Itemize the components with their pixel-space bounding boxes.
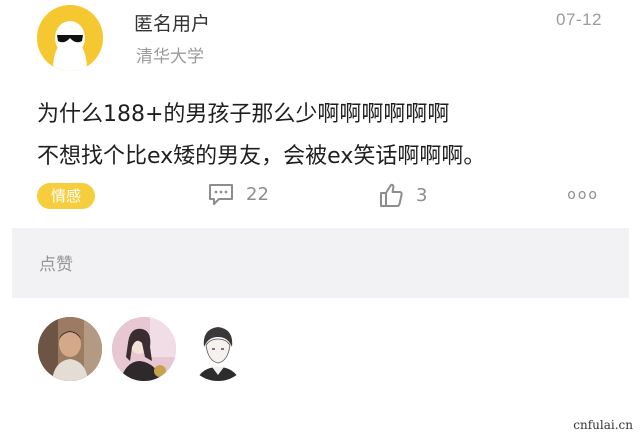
likers-list — [12, 298, 629, 416]
watermark: cnfulai.cn — [571, 418, 635, 432]
username[interactable]: 匿名用户 — [134, 9, 210, 36]
comment-icon — [209, 184, 233, 205]
school-label: 清华大学 — [136, 47, 204, 67]
like-count: 3 — [416, 184, 428, 206]
like-button[interactable]: 3 — [378, 182, 427, 208]
post-card: 匿名用户 清华大学 07-12 为什么188+的男孩子那么少啊啊啊啊啊啊 不想找… — [0, 0, 641, 228]
likes-panel: 点赞 — [12, 228, 629, 416]
post-body-line-1: 为什么188+的男孩子那么少啊啊啊啊啊啊 — [37, 102, 450, 127]
liker-avatar-icon[interactable] — [186, 317, 250, 381]
footer-strip — [0, 416, 641, 434]
comment-button[interactable]: 22 — [208, 182, 269, 206]
likes-header: 点赞 — [12, 228, 629, 298]
more-options-icon[interactable]: ooo — [567, 187, 599, 203]
liker-avatar-icon[interactable] — [38, 317, 102, 381]
likes-label: 点赞 — [39, 255, 73, 275]
post-date: 07-12 — [556, 10, 602, 29]
post-body-line-2: 不想找个比ex矮的男友，会被ex笑话啊啊啊。 — [37, 144, 486, 169]
anonymous-avatar-icon[interactable] — [37, 5, 103, 71]
liker-avatar-icon[interactable] — [112, 317, 176, 381]
thumbs-up-icon — [380, 183, 403, 207]
topic-tag[interactable]: 情感 — [37, 183, 96, 209]
comment-count: 22 — [246, 183, 269, 205]
